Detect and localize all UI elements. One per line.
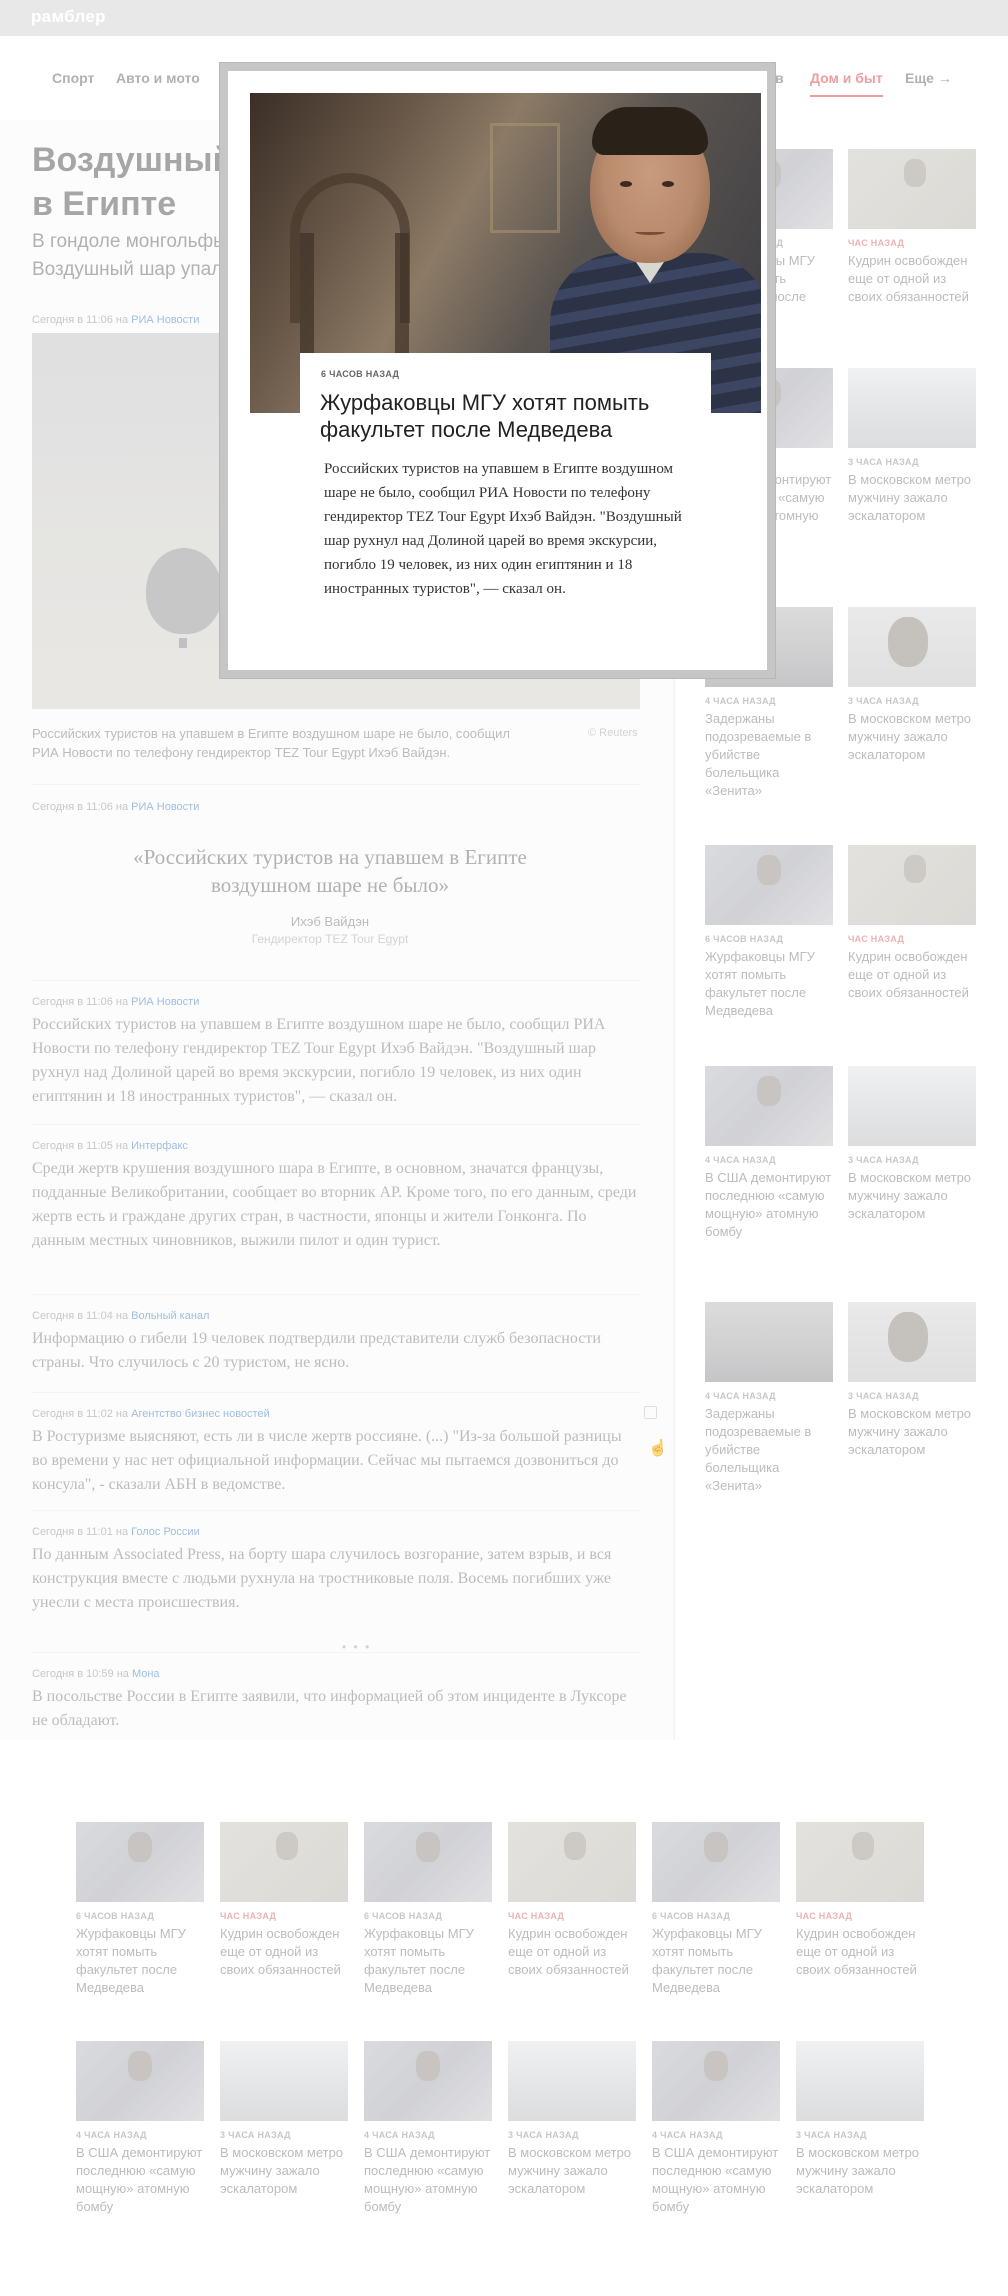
photo-eye [662,181,674,187]
popup-text: Российских туристов на упавшем в Египте … [324,461,682,597]
popup-time: 6 ЧАСОВ НАЗАД [321,369,400,379]
photo-person-hair [592,107,708,155]
photo-eye [620,181,632,187]
photo-frame [490,123,560,233]
photo-mouth [635,229,665,235]
photo-pillar [300,233,314,353]
popup-content: 6 ЧАСОВ НАЗАД Журфаковцы МГУ хотят помыт… [300,353,711,653]
news-popup: 6 ЧАСОВ НАЗАД Журфаковцы МГУ хотят помыт… [220,63,775,678]
photo-pillar [395,233,409,353]
popup-title[interactable]: Журфаковцы МГУ хотят помыть факультет по… [320,389,700,443]
